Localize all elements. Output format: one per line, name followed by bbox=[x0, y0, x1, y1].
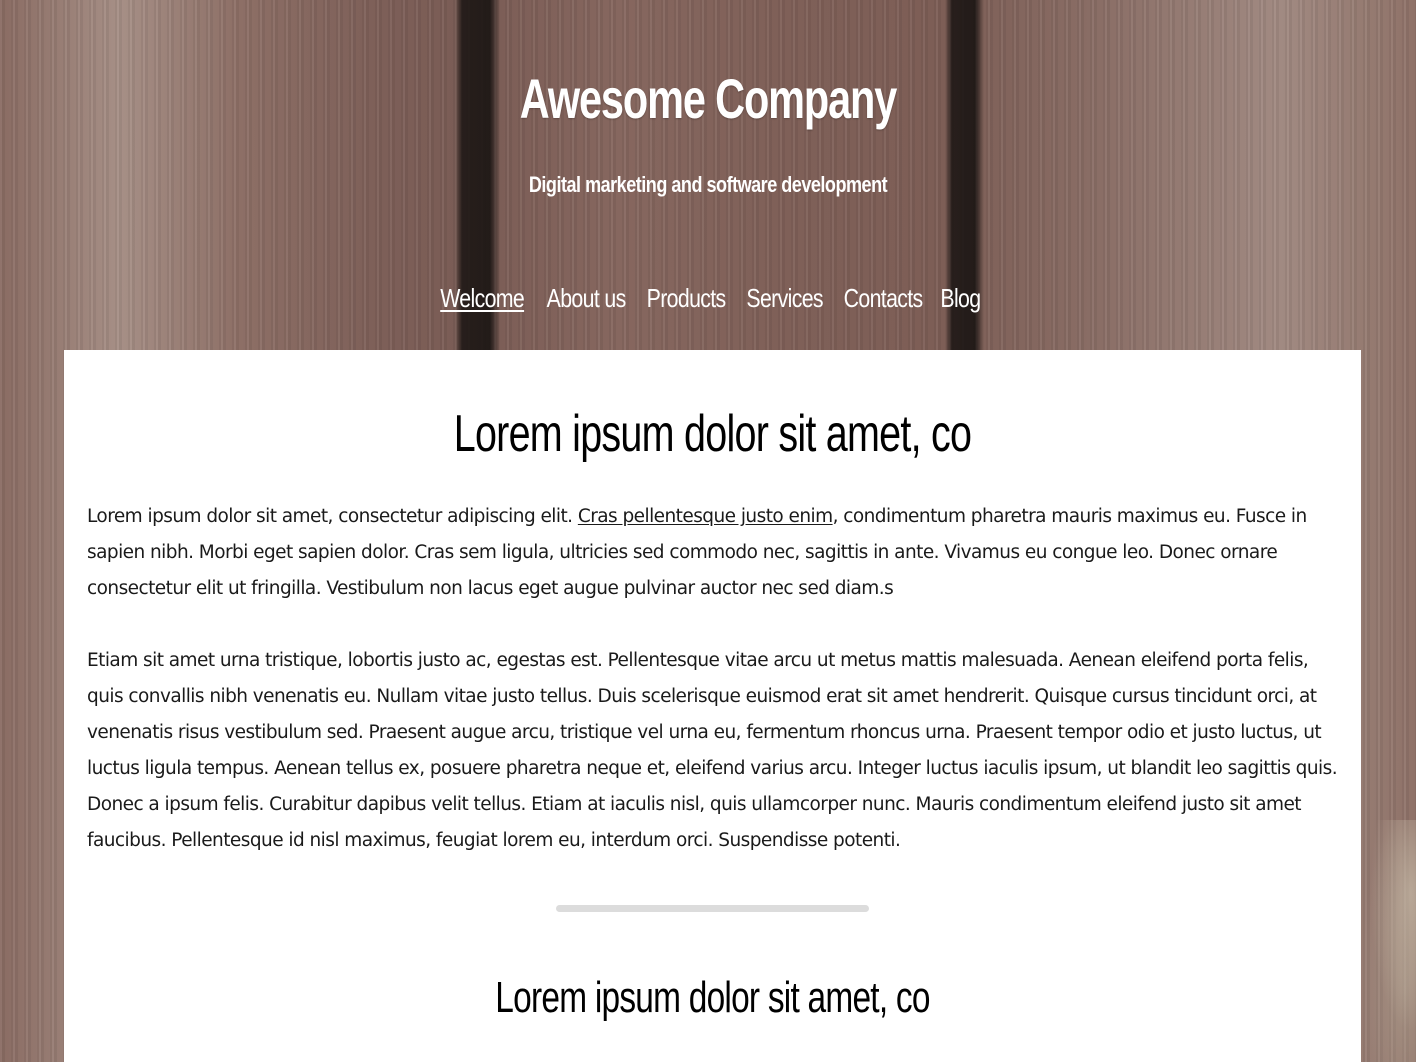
nav-link-about-us[interactable]: About us bbox=[538, 280, 633, 316]
main-nav: Welcome About us Products Services Conta… bbox=[0, 280, 1416, 316]
body-paragraph: Etiam sit amet urna tristique, lobortis … bbox=[87, 650, 1338, 851]
inline-link[interactable]: Cras pellentesque justo enim bbox=[578, 506, 833, 527]
background-rope-detail bbox=[1361, 820, 1416, 1062]
nav-link-blog[interactable]: Blog bbox=[932, 280, 988, 316]
site-header: Awesome Company Digital marketing and so… bbox=[0, 0, 1416, 350]
content-card: Lorem ipsum dolor sit amet, co Lorem ips… bbox=[64, 350, 1361, 1062]
section-heading: Lorem ipsum dolor sit amet, co bbox=[453, 405, 972, 463]
nav-link-products[interactable]: Products bbox=[638, 280, 733, 316]
nav-link-contacts[interactable]: Contacts bbox=[836, 280, 931, 316]
paragraph-text: Lorem ipsum dolor sit amet, consectetur … bbox=[87, 506, 578, 527]
section-divider bbox=[556, 905, 869, 912]
nav-link-welcome[interactable]: Welcome bbox=[432, 280, 532, 316]
site-title: Awesome Company bbox=[519, 67, 897, 130]
section-heading-2: Lorem ipsum dolor sit amet, co bbox=[495, 973, 930, 1022]
nav-link-services[interactable]: Services bbox=[738, 280, 831, 316]
site-tagline: Digital marketing and software developme… bbox=[528, 172, 888, 197]
intro-paragraph: Lorem ipsum dolor sit amet, consectetur … bbox=[87, 499, 1341, 607]
